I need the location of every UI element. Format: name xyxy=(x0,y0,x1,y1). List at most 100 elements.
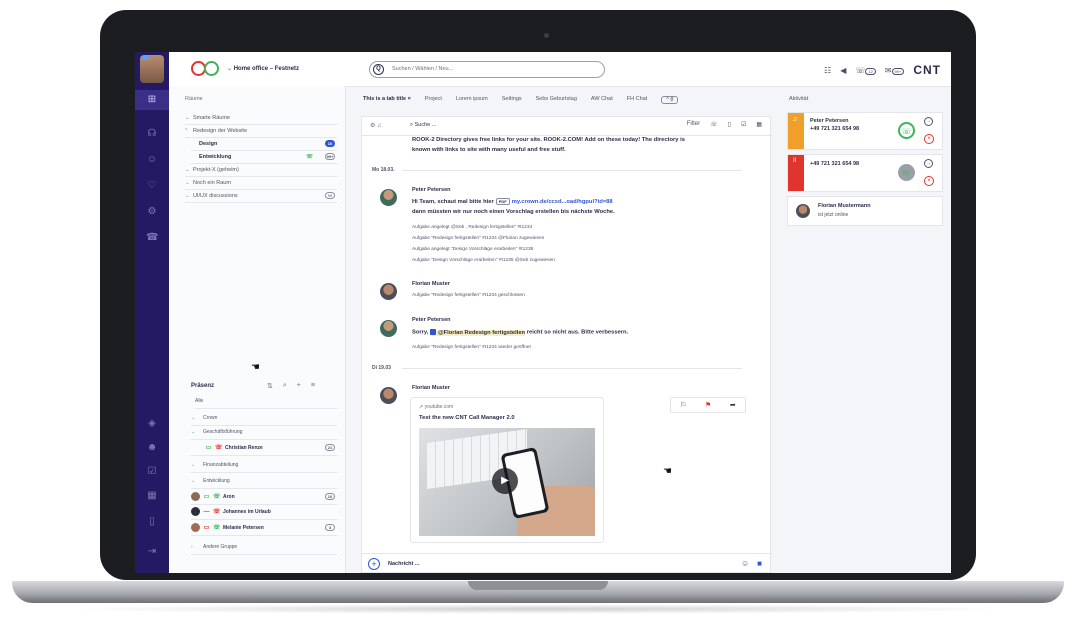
avatar xyxy=(380,387,397,404)
system-message: Aufgabe "Redesign fertigstellen" #t1234 … xyxy=(412,345,531,350)
presence-person[interactable]: ▭ ☏ Aron 10 xyxy=(191,491,337,505)
file-link[interactable]: my.crown.de/ccsd...oad/hgpul?id=88 xyxy=(512,199,613,205)
call-status-bar: ♫ xyxy=(788,113,804,149)
phone-icon: ☏ xyxy=(306,154,313,160)
room-item-entwicklung[interactable]: Entwicklung ☏ 99+ xyxy=(191,151,337,164)
tab-project[interactable]: Project xyxy=(425,96,442,104)
list-icon[interactable]: ☷ xyxy=(824,66,831,75)
presence-group[interactable]: ⌄ Entwicklung xyxy=(191,475,337,489)
sender-name: Peter Petersen xyxy=(412,317,451,323)
tab-sebs-geburtstag[interactable]: Sebs Geburtstag xyxy=(536,96,577,104)
end-call-button[interactable]: × xyxy=(924,176,934,186)
presence-group[interactable]: Alle xyxy=(195,395,337,409)
presence-person[interactable]: — ☏ Johannes im Urlaub xyxy=(191,506,337,520)
filter-button[interactable]: Filter xyxy=(687,121,700,128)
tab-settings[interactable]: Settings xyxy=(502,96,522,104)
user-avatar[interactable] xyxy=(140,55,164,83)
close-icon[interactable]: × xyxy=(408,96,411,102)
phone-icon[interactable]: ☏ xyxy=(710,121,718,128)
headset-icon[interactable]: ☊ xyxy=(146,128,158,140)
unread-badge: 10 xyxy=(325,140,335,147)
tab-aw-chat[interactable]: AW Chat xyxy=(591,96,613,104)
laptop-shadow xyxy=(60,604,1015,614)
sort-icon[interactable]: ⇅ xyxy=(267,382,273,390)
forward-call-button[interactable]: → xyxy=(924,159,933,168)
room-item[interactable]: ^ Redesign der Website xyxy=(185,125,337,138)
calendar-icon[interactable]: ▦ xyxy=(756,121,762,128)
flag-outline-icon[interactable]: ⚐ xyxy=(680,401,686,409)
megaphone-icon[interactable]: ◀ xyxy=(840,66,846,75)
menu-icon[interactable]: ≡ xyxy=(311,382,315,390)
emoji-icon[interactable]: ☺ xyxy=(741,559,749,568)
settings-icon[interactable]: ⚙ xyxy=(146,206,158,218)
presence-person[interactable]: ▭ ☏ Melanie Petersen 3 xyxy=(191,522,337,536)
reject-call-button[interactable]: × xyxy=(924,134,934,144)
file-icon[interactable]: ▯ xyxy=(728,121,731,128)
contacts-icon[interactable]: ☺ xyxy=(146,154,158,166)
global-search[interactable]: Q Suchen / Wählen / Neu... xyxy=(369,61,605,78)
search-icon[interactable]: ⌕ xyxy=(283,382,287,390)
presence-mode[interactable]: ⌄ Home office – Festnetz xyxy=(227,65,299,72)
document-icon[interactable]: ▯ xyxy=(146,516,158,528)
room-item-design[interactable]: Design 10 xyxy=(191,138,337,151)
tab-lorem-ipsum[interactable]: Lorem ipsum xyxy=(456,96,488,104)
chat-search[interactable]: ⌕ Suche ... xyxy=(410,122,436,129)
search-icon: Q xyxy=(373,64,384,75)
team-icon[interactable]: ☻ xyxy=(146,442,158,454)
more-tabs-button[interactable]: ^ 8 xyxy=(661,96,679,104)
avatar xyxy=(191,507,200,517)
calendar-icon[interactable]: ▦ xyxy=(146,490,158,502)
avatar xyxy=(796,204,810,218)
count-badge: 3 xyxy=(325,524,335,531)
flag-icon[interactable]: ⚑ xyxy=(705,401,711,409)
accept-call-button[interactable]: ☏ xyxy=(898,122,915,139)
presence-person[interactable]: ▭ ☏ Christian Renze 21 xyxy=(191,442,337,456)
presence-group[interactable]: ⌄ Finanzabteilung xyxy=(191,459,337,473)
mention-tag[interactable]: @Florian Redesign fertigstellen xyxy=(429,329,526,336)
active-call-card[interactable]: II +49 721 321 654 98 ☏ → × xyxy=(787,154,943,192)
chat-settings-icon[interactable]: ⚙ ♫ xyxy=(370,122,382,129)
mouse-cursor: ☚ xyxy=(663,466,672,477)
add-attachment-icon[interactable]: + xyxy=(368,558,380,570)
link-preview-card[interactable]: ⇗ youtube.com Test the new CNT Call Mana… xyxy=(410,397,604,543)
play-icon[interactable]: ▶ xyxy=(492,468,518,494)
call-status-bar: II xyxy=(788,155,804,191)
online-status: ist jetzt online xyxy=(818,212,849,218)
tab-fh-chat[interactable]: FH Chat xyxy=(627,96,647,104)
room-item[interactable]: ⌄ UI/UX discussions 99 xyxy=(185,190,337,203)
forward-call-button[interactable]: → xyxy=(924,117,933,126)
add-icon[interactable]: + xyxy=(297,382,301,390)
online-name: Florian Mustermann xyxy=(818,203,871,209)
message-actions: ⚐ ⚑ ➦ xyxy=(670,397,746,413)
task-icon[interactable]: ☑ xyxy=(741,121,746,128)
room-item[interactable]: ⌄ Noch ein Raum xyxy=(185,177,337,190)
presence-group[interactable]: ⌄ Geschäftsführung xyxy=(191,426,337,440)
logout-icon[interactable]: ⇥ xyxy=(146,546,158,558)
incoming-call-card[interactable]: ♫ Peter Petersen +49 721 321 654 98 ☏ → … xyxy=(787,112,943,150)
presence-title: Präsenz xyxy=(191,383,215,389)
notifications-icon[interactable]: ☏ 12 xyxy=(855,66,876,75)
presence-group[interactable]: ⌄ Crown xyxy=(191,412,337,426)
tab-this-is-a-tab-title[interactable]: This is a tab title × xyxy=(363,96,411,104)
presence-group[interactable]: › Andere Gruppe xyxy=(191,541,337,555)
package-icon[interactable]: ◈ xyxy=(146,418,158,430)
tasks-icon[interactable]: ☑ xyxy=(146,466,158,478)
resume-call-button[interactable]: ☏ xyxy=(898,164,915,181)
message-input[interactable]: Nachricht ... xyxy=(388,561,419,567)
activity-title: Aktivität xyxy=(789,96,809,102)
video-thumbnail[interactable]: ▶ xyxy=(419,428,595,536)
room-item[interactable]: ⌄ Smarte Räume xyxy=(185,112,337,125)
nav-rail: ⊞ ☊ ☺ ♡ ⚙ ☎ ◈ ☻ ☑ ▦ ▯ ⇥ xyxy=(135,52,169,573)
share-icon[interactable]: ➦ xyxy=(730,401,736,409)
system-message: Aufgabe "Redesign fertigstellen" #t1234 … xyxy=(412,293,525,298)
presence-tools: ⇅ ⌕ + ≡ xyxy=(267,382,315,390)
online-notification[interactable]: Florian Mustermann ist jetzt online xyxy=(787,196,943,226)
call-forward-icon[interactable]: ☎ xyxy=(146,232,158,244)
rooms-title: Räume xyxy=(185,96,203,102)
dashboard-icon[interactable]: ⊞ xyxy=(146,94,158,106)
room-item[interactable]: ⌄ Projekt-X (geheim) xyxy=(185,164,337,177)
avatar xyxy=(380,189,397,206)
favorites-icon[interactable]: ♡ xyxy=(146,180,158,192)
messages-icon[interactable]: ✉ 99+ xyxy=(885,66,905,75)
send-icon[interactable]: ■ xyxy=(757,559,762,568)
